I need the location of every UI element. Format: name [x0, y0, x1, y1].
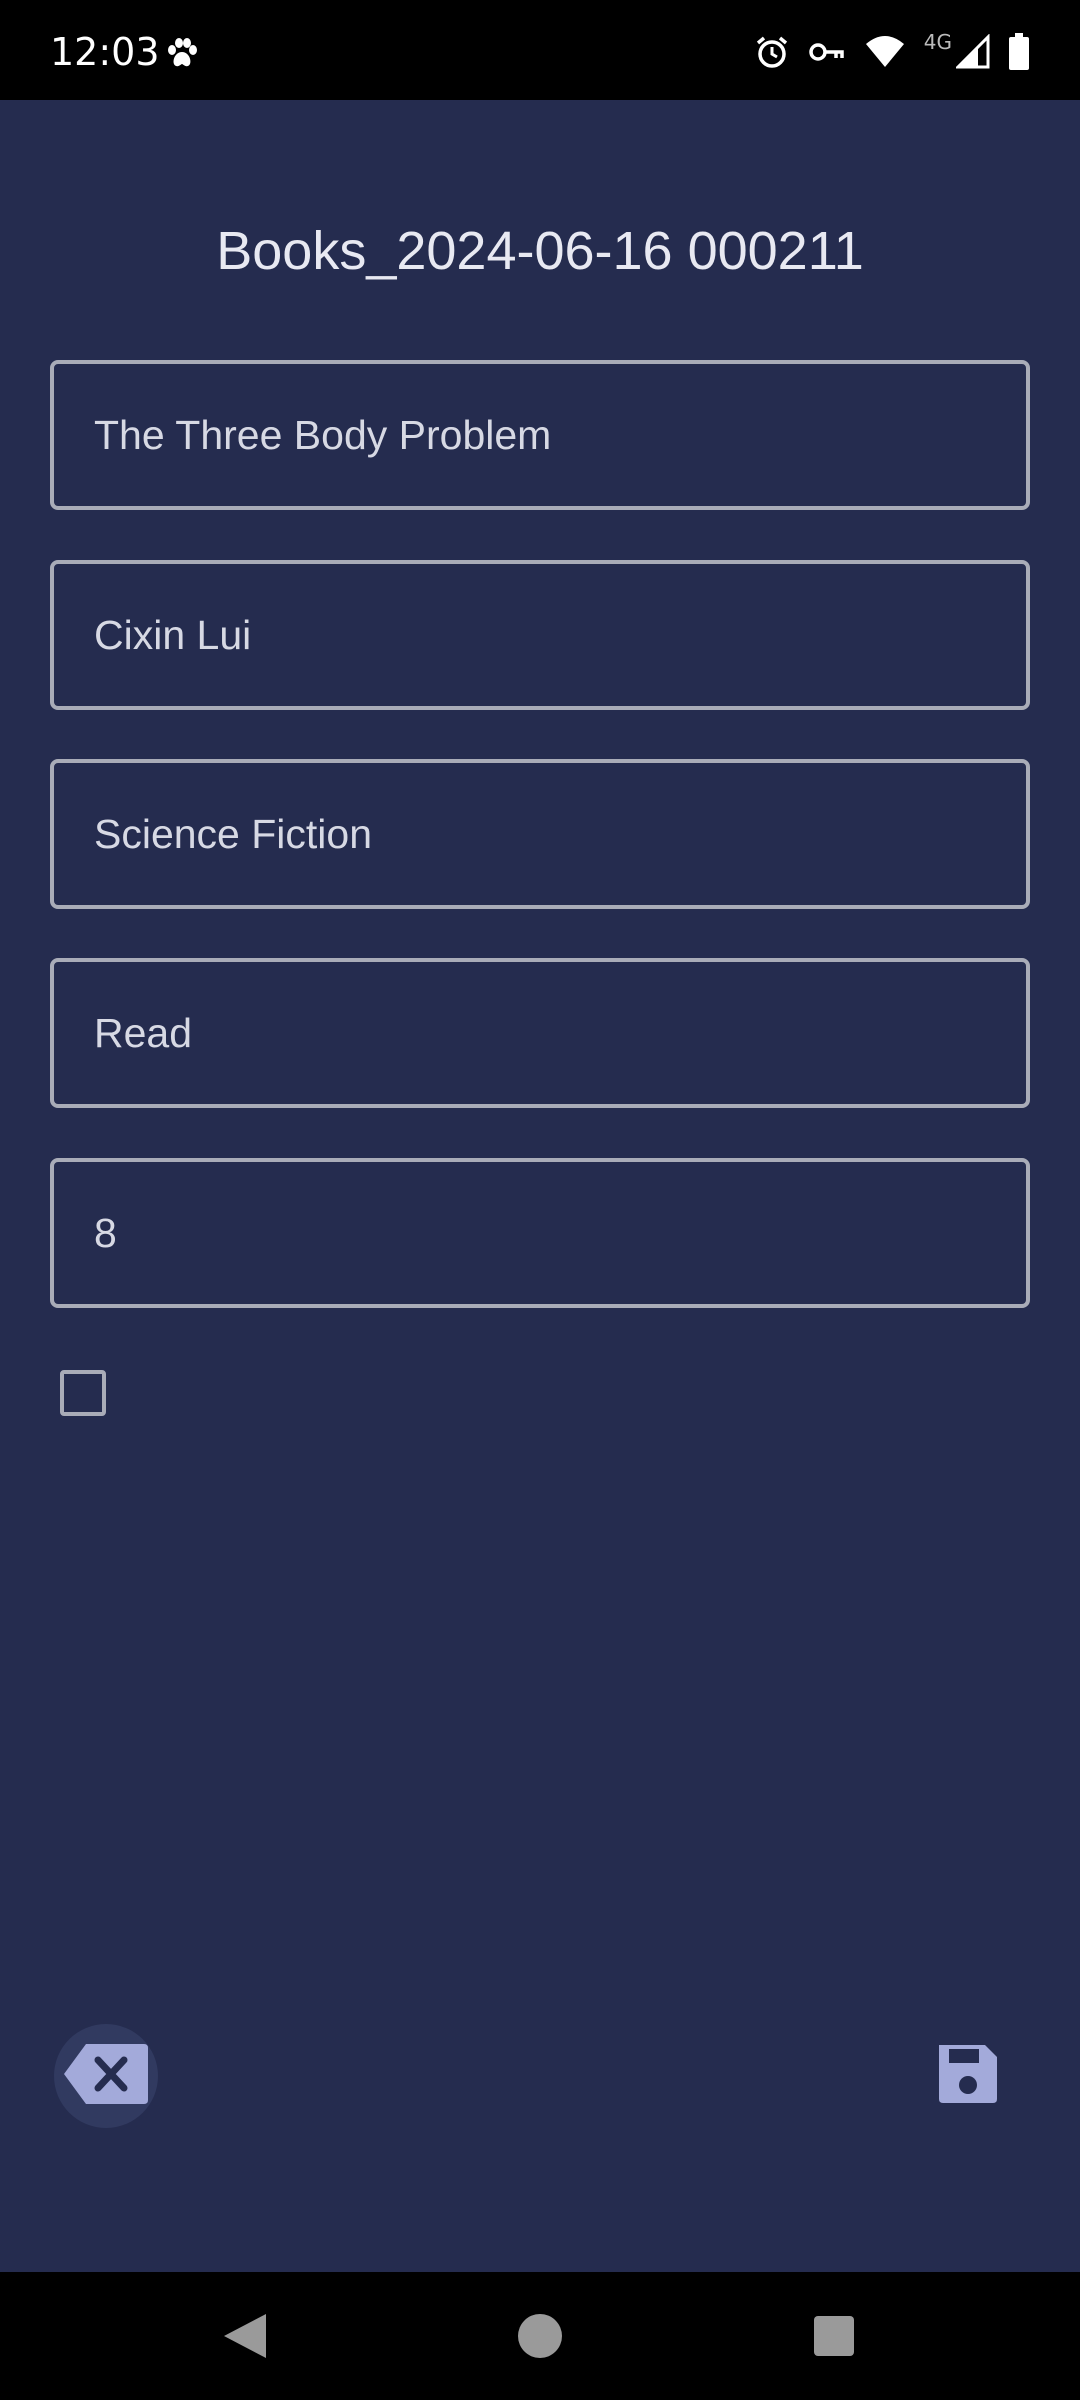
- backspace-clear-icon: [62, 2042, 150, 2110]
- home-icon[interactable]: [518, 2314, 562, 2358]
- rating-input[interactable]: [94, 1209, 1026, 1257]
- status-field[interactable]: [50, 958, 1030, 1108]
- navigation-bar: [0, 2272, 1080, 2400]
- status-bar: 12:03 4G: [0, 0, 1080, 100]
- checkbox[interactable]: [60, 1370, 106, 1416]
- alarm-icon: [754, 34, 790, 70]
- status-input[interactable]: [94, 1009, 1026, 1057]
- rating-field[interactable]: [50, 1158, 1030, 1308]
- genre-field[interactable]: [50, 759, 1030, 909]
- recents-icon[interactable]: [814, 2316, 854, 2356]
- author-input[interactable]: [94, 611, 1026, 659]
- screen: 12:03 4G Books_2024-06-16 000211 The Thr…: [0, 0, 1080, 2400]
- paw-icon: [164, 36, 200, 72]
- title-field[interactable]: [50, 360, 1030, 510]
- signal-icon: [956, 34, 990, 70]
- author-field[interactable]: [50, 560, 1030, 710]
- battery-icon: [1008, 33, 1030, 71]
- network-type-label: 4G: [923, 30, 952, 54]
- status-icons: 4G: [754, 30, 1030, 74]
- wifi-icon: [864, 34, 906, 70]
- back-icon[interactable]: [222, 2312, 268, 2364]
- clear-button[interactable]: [54, 2024, 158, 2128]
- save-floppy-icon: [935, 2041, 1001, 2111]
- genre-input[interactable]: [94, 810, 1026, 858]
- title-input[interactable]: [94, 411, 1026, 459]
- page-title: Books_2024-06-16 000211: [216, 221, 864, 281]
- status-time: 12:03: [50, 30, 160, 74]
- vpn-key-icon: [808, 34, 846, 70]
- save-button[interactable]: [928, 2036, 1008, 2116]
